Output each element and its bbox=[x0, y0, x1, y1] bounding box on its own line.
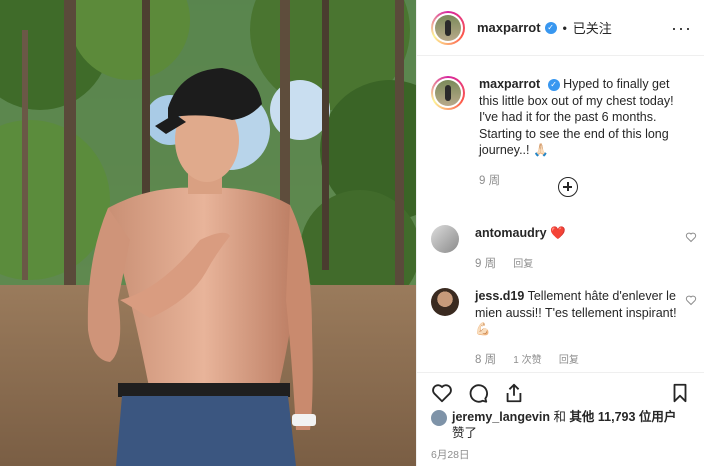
caption-avatar[interactable] bbox=[431, 76, 465, 110]
bookmark-icon[interactable] bbox=[669, 382, 691, 404]
photo-illustration bbox=[0, 0, 416, 466]
likes-summary: jeremy_langevin 和 其他 11,793 位用户 赞了 bbox=[431, 409, 676, 441]
post-photo[interactable] bbox=[0, 0, 416, 466]
verified-icon: ✓ bbox=[544, 21, 557, 34]
comment-username[interactable]: antomaudry bbox=[475, 226, 547, 240]
plus-circle-icon[interactable] bbox=[558, 177, 578, 197]
post-sidebar: maxparrot ✓ • 已关注 ··· maxparrot ✓ Hyped … bbox=[416, 0, 704, 466]
follow-status-button[interactable]: 已关注 bbox=[573, 18, 612, 37]
share-icon[interactable] bbox=[503, 382, 525, 404]
commenter-avatar[interactable] bbox=[431, 225, 459, 253]
heart-icon[interactable] bbox=[685, 231, 697, 243]
comment-age[interactable]: 9 周 bbox=[475, 258, 496, 270]
reply-button[interactable]: 回复 bbox=[559, 355, 579, 366]
more-icon[interactable]: ··· bbox=[671, 19, 692, 37]
post-date[interactable]: 6月28日 bbox=[431, 447, 470, 462]
likes-conjunction: 和 bbox=[549, 410, 570, 424]
comment-username[interactable]: jess.d19 bbox=[475, 289, 524, 303]
comment-icon[interactable] bbox=[467, 382, 489, 404]
caption: maxparrot ✓ Hyped to finally get this li… bbox=[417, 56, 704, 189]
author-avatar[interactable] bbox=[431, 10, 465, 45]
verified-icon: ✓ bbox=[547, 78, 560, 91]
comment-item: jess.d19 Tellement hâte d'enlever le mie… bbox=[417, 288, 704, 369]
likes-suffix: 赞了 bbox=[452, 426, 478, 440]
heart-icon[interactable] bbox=[431, 382, 453, 404]
reply-button[interactable]: 回复 bbox=[513, 259, 533, 270]
action-bar bbox=[417, 372, 704, 412]
comment-item: antomaudry ❤️ 9 周 回复 bbox=[417, 225, 704, 273]
heart-icon[interactable] bbox=[685, 294, 697, 306]
liker-avatar[interactable] bbox=[431, 410, 447, 426]
caption-username[interactable]: maxparrot bbox=[479, 77, 540, 91]
separator-dot: • bbox=[562, 20, 567, 35]
commenter-avatar[interactable] bbox=[431, 288, 459, 316]
likes-others-count[interactable]: 其他 11,793 位用户 bbox=[569, 410, 676, 424]
post-header: maxparrot ✓ • 已关注 ··· bbox=[417, 0, 704, 56]
comment-likes[interactable]: 1 次赞 bbox=[513, 355, 541, 366]
liker-username[interactable]: jeremy_langevin bbox=[452, 410, 550, 424]
author-username[interactable]: maxparrot bbox=[477, 20, 541, 35]
post-modal: maxparrot ✓ • 已关注 ··· maxparrot ✓ Hyped … bbox=[0, 0, 704, 466]
comment-age[interactable]: 8 周 bbox=[475, 354, 496, 366]
caption-age[interactable]: 9 周 bbox=[479, 175, 500, 187]
comment-text: ❤️ bbox=[550, 226, 566, 240]
